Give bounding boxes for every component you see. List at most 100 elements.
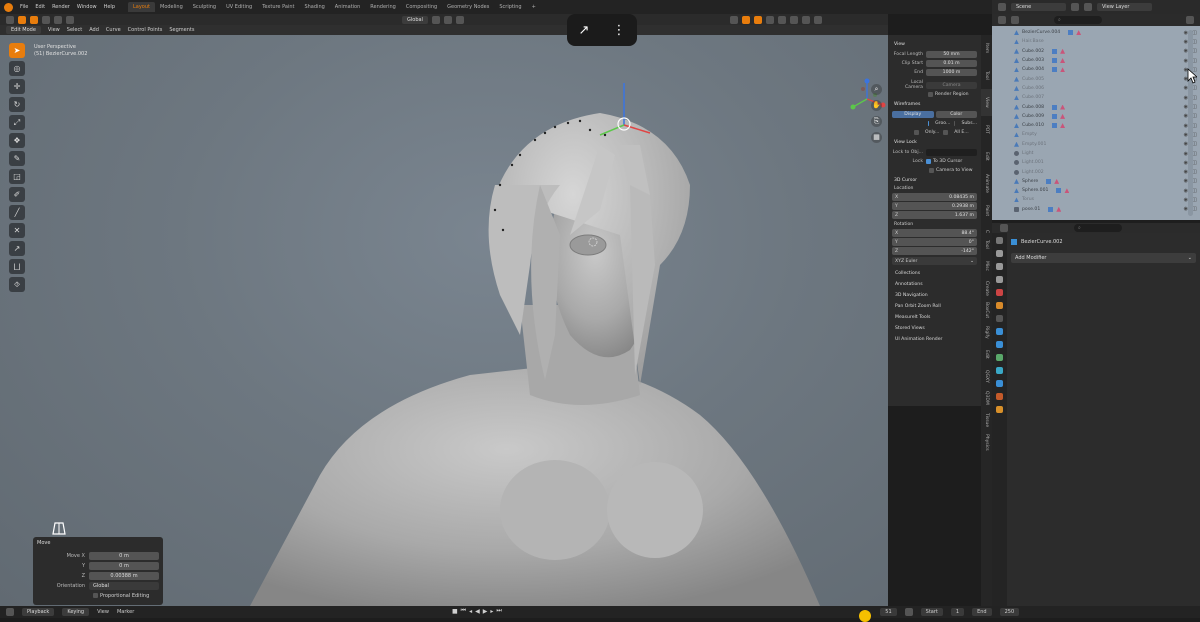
menu-control-points[interactable]: Control Points bbox=[128, 27, 163, 33]
jump-end-icon[interactable]: ⏭ bbox=[496, 607, 501, 615]
scene-selector[interactable]: Scene bbox=[1011, 3, 1066, 11]
view-layer-selector[interactable]: View Layer bbox=[1097, 3, 1152, 11]
blender-logo-icon[interactable] bbox=[4, 2, 13, 12]
outliner-row[interactable]: Torus ◉ ◫ bbox=[992, 195, 1200, 204]
menu-add[interactable]: Add bbox=[89, 27, 99, 33]
tab-shading[interactable]: Shading bbox=[299, 2, 329, 12]
menu-file[interactable]: File bbox=[20, 4, 28, 10]
visibility-icon[interactable] bbox=[729, 15, 738, 24]
physics-props-icon[interactable] bbox=[996, 367, 1003, 374]
material-icon[interactable] bbox=[1060, 113, 1066, 119]
cursor-location-x[interactable]: X 0.08435 m bbox=[892, 193, 977, 201]
tab-uv-editing[interactable]: UV Editing bbox=[221, 2, 257, 12]
randomize-tool-icon[interactable]: ⯑ bbox=[9, 277, 25, 292]
timeline-view-menu[interactable]: View bbox=[97, 609, 109, 615]
side-tab-create[interactable]: Create bbox=[981, 277, 992, 299]
display-mode-icon[interactable] bbox=[1011, 16, 1019, 24]
alle-checkbox[interactable] bbox=[943, 129, 949, 135]
navigation-gizmo[interactable] bbox=[843, 75, 891, 123]
to-3d-cursor-checkbox[interactable] bbox=[926, 158, 931, 164]
new-scene-icon[interactable] bbox=[1071, 3, 1079, 11]
pan-orbit-panel[interactable]: Pan Orbit Zoom Roll bbox=[892, 301, 977, 312]
prev-key-icon[interactable]: ◂ bbox=[469, 608, 472, 615]
view-section-title[interactable]: View bbox=[894, 42, 977, 47]
next-key-icon[interactable]: ▸ bbox=[490, 608, 493, 615]
annotations-panel[interactable]: Annotations bbox=[892, 279, 977, 290]
material-props-icon[interactable] bbox=[996, 406, 1003, 413]
side-tab-edit[interactable]: Edit bbox=[981, 343, 992, 365]
side-tab-rigify[interactable]: Rigify bbox=[981, 321, 992, 343]
wireframe-display-button[interactable]: Display bbox=[892, 110, 934, 118]
material-icon[interactable] bbox=[1076, 30, 1082, 36]
camera-gizmo-icon[interactable] bbox=[50, 520, 68, 536]
side-tab-tissue[interactable]: Tissue bbox=[981, 409, 992, 431]
scale-tool-icon[interactable]: ⤢ bbox=[9, 115, 25, 130]
move-z-field[interactable]: 0.00388 m bbox=[89, 571, 159, 580]
menu-help[interactable]: Help bbox=[104, 4, 115, 10]
tab-pdt[interactable]: PDT bbox=[981, 116, 992, 143]
menu-segments[interactable]: Segments bbox=[169, 27, 194, 33]
start-frame-field[interactable]: 1 bbox=[950, 608, 965, 616]
outliner-row[interactable]: Empty.001 ◉ ◫ bbox=[992, 140, 1200, 149]
select-extend-icon[interactable] bbox=[42, 15, 50, 24]
material-icon[interactable] bbox=[1064, 188, 1070, 194]
play-reverse-icon[interactable]: ◀ bbox=[475, 608, 480, 615]
outliner-scrollbar[interactable] bbox=[1188, 30, 1193, 216]
add-workspace-button[interactable]: + bbox=[527, 2, 541, 12]
output-props-icon[interactable] bbox=[996, 263, 1003, 270]
clock-icon[interactable] bbox=[904, 608, 913, 616]
modifier-icon[interactable] bbox=[1052, 113, 1058, 119]
shading-material-icon[interactable] bbox=[801, 15, 810, 24]
tab-item[interactable]: Item bbox=[981, 35, 992, 62]
outliner-row[interactable]: Cube.002 ◉ ◫ bbox=[992, 47, 1200, 56]
side-tab-misc[interactable]: Misc bbox=[981, 255, 992, 277]
timeline-type-icon[interactable] bbox=[6, 608, 14, 616]
subs-checkbox[interactable] bbox=[954, 120, 956, 126]
lock-to-obj-field[interactable] bbox=[926, 148, 977, 156]
menu-render[interactable]: Render bbox=[52, 4, 70, 10]
current-frame-field[interactable]: 51 bbox=[880, 608, 897, 616]
move-tool-icon[interactable]: ✛ bbox=[9, 79, 25, 94]
outliner-row[interactable]: Hair.Base ◉ ◫ bbox=[992, 37, 1200, 46]
modifier-props-icon[interactable] bbox=[996, 341, 1003, 348]
outliner-row[interactable]: Cube.007 ◉ ◫ bbox=[992, 93, 1200, 102]
3d-navigation-panel[interactable]: 3D Navigation bbox=[892, 290, 977, 301]
outliner-row[interactable]: Cube.010 ◉ ◫ bbox=[992, 121, 1200, 130]
select-box-icon[interactable] bbox=[18, 15, 26, 24]
side-tab-physics[interactable]: Physics bbox=[981, 431, 992, 453]
tab-edit[interactable]: Edit bbox=[981, 143, 992, 170]
menu-view[interactable]: View bbox=[48, 27, 60, 33]
data-props-icon[interactable] bbox=[996, 393, 1003, 400]
view-layer-icon[interactable] bbox=[1084, 3, 1092, 11]
tab-view[interactable]: View bbox=[981, 89, 992, 116]
side-tab-qgxy[interactable]: QGXY bbox=[981, 365, 992, 387]
outliner-row[interactable]: Cube.008 ◉ ◫ bbox=[992, 102, 1200, 111]
record-icon[interactable]: ■ bbox=[452, 608, 458, 615]
camera-view-icon[interactable]: ⎘ bbox=[871, 116, 882, 127]
outliner-type-icon[interactable] bbox=[998, 16, 1006, 24]
constraints-props-icon[interactable] bbox=[996, 380, 1003, 387]
modifier-icon[interactable] bbox=[1068, 30, 1074, 36]
modifier-icon[interactable] bbox=[1056, 188, 1062, 194]
scene-props-icon[interactable] bbox=[996, 289, 1003, 296]
zoom-icon[interactable]: ⌕ bbox=[871, 84, 882, 95]
playback-dropdown[interactable]: Playback bbox=[22, 608, 55, 616]
render-region-checkbox[interactable] bbox=[928, 91, 933, 97]
move-x-field[interactable]: 0 m bbox=[89, 551, 159, 560]
shading-rendered-icon[interactable] bbox=[813, 15, 822, 24]
stored-views-panel[interactable]: Stored Views bbox=[892, 323, 977, 334]
outliner-row[interactable]: Empty ◉ ◫ bbox=[992, 130, 1200, 139]
tab-layout[interactable]: Layout bbox=[128, 2, 155, 12]
material-icon[interactable] bbox=[1060, 123, 1066, 129]
modifier-icon[interactable] bbox=[1046, 178, 1052, 184]
snap-icon[interactable] bbox=[443, 15, 452, 24]
tab-texture-paint[interactable]: Texture Paint bbox=[257, 2, 299, 12]
transform-tool-icon[interactable]: ❖ bbox=[9, 133, 25, 148]
mode-dropdown[interactable]: Edit Mode bbox=[6, 26, 41, 34]
add-modifier-button[interactable]: Add Modifier ⌄ bbox=[1011, 253, 1196, 263]
tab-animation[interactable]: Animation bbox=[330, 2, 366, 12]
cursor-rotation-z[interactable]: Z -142° bbox=[892, 247, 977, 255]
proportional-checkbox[interactable] bbox=[93, 593, 98, 598]
measureit-panel[interactable]: MeasureIt Tools bbox=[892, 312, 977, 323]
timeline-marker-menu[interactable]: Marker bbox=[117, 609, 134, 615]
